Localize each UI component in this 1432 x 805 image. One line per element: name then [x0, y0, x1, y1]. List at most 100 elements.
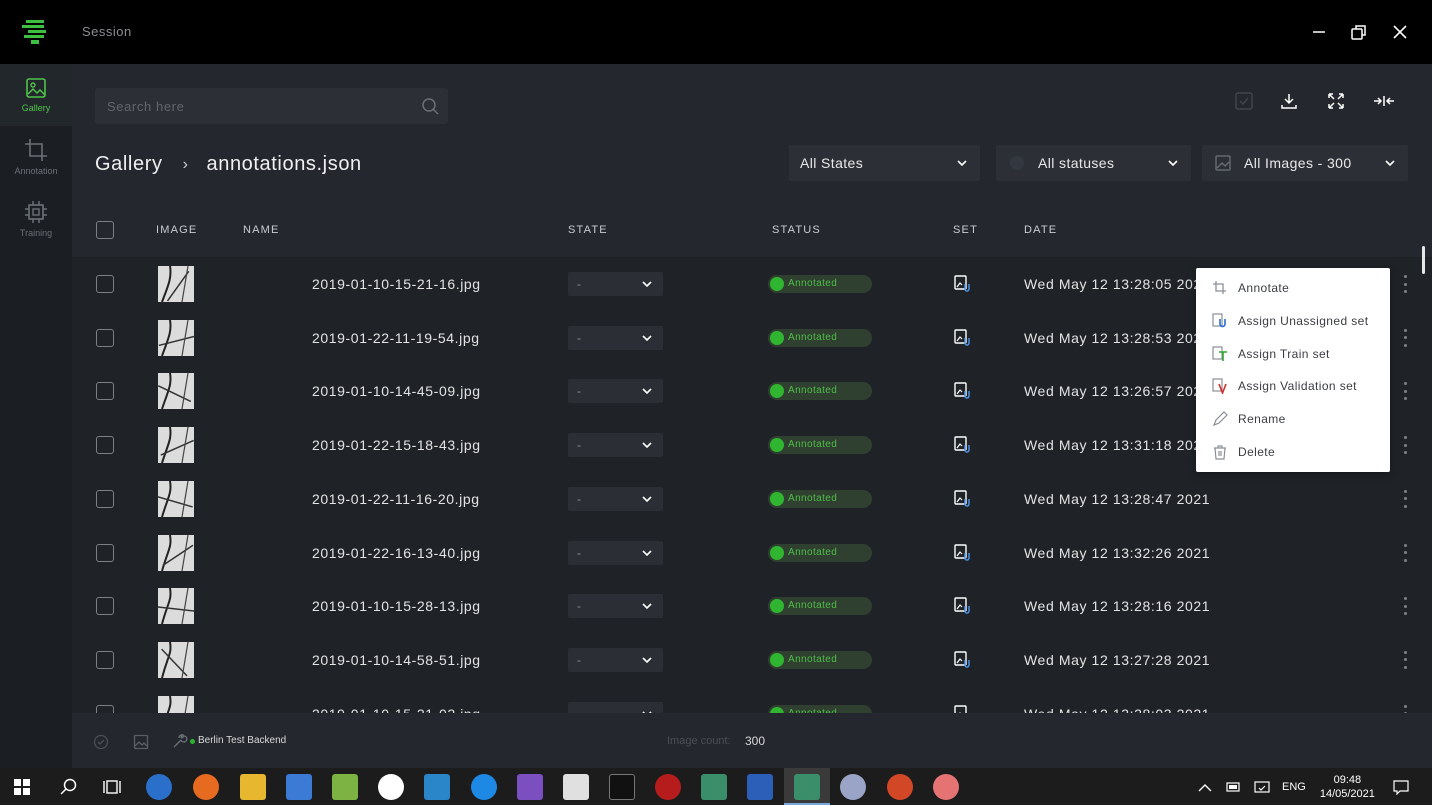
image-icon[interactable]	[133, 734, 149, 750]
network-icon[interactable]	[1254, 779, 1270, 795]
app-icon[interactable]	[933, 774, 959, 800]
state-select[interactable]: -	[568, 647, 663, 672]
state-select[interactable]: -	[568, 486, 663, 511]
row-checkbox[interactable]	[96, 543, 114, 562]
state-select[interactable]: -	[568, 701, 663, 713]
table-row[interactable]: 2019-01-10-15-21-02.jpg - Annotated Wed …	[72, 687, 1432, 713]
collapse-button[interactable]	[1369, 86, 1399, 116]
row-menu-button[interactable]	[1401, 543, 1409, 562]
image-thumbnail[interactable]	[158, 588, 194, 625]
set-unassigned-icon[interactable]	[954, 490, 972, 508]
sidebar-item-training[interactable]: Training	[0, 188, 72, 250]
select-all-checkbox[interactable]	[96, 221, 114, 239]
set-unassigned-icon[interactable]	[954, 382, 972, 400]
check-circle-icon[interactable]	[93, 734, 109, 750]
image-thumbnail[interactable]	[158, 641, 194, 678]
search-icon[interactable]	[60, 778, 78, 796]
image-thumbnail[interactable]	[158, 373, 194, 410]
image-thumbnail[interactable]	[158, 266, 194, 302]
row-menu-button[interactable]	[1401, 704, 1409, 713]
wrench-icon[interactable]	[172, 733, 188, 749]
clock[interactable]: 09:48 14/05/2021	[1320, 773, 1375, 801]
minimize-button[interactable]	[1305, 18, 1333, 46]
store-icon[interactable]	[424, 774, 450, 800]
context-menu-item-delete[interactable]: Delete	[1196, 436, 1390, 468]
table-row[interactable]: 2019-01-10-15-28-13.jpg - Annotated Wed …	[72, 579, 1432, 633]
spider-app-icon[interactable]	[655, 774, 681, 800]
restore-button[interactable]	[1345, 18, 1373, 46]
expand-button[interactable]	[1321, 86, 1351, 116]
row-checkbox[interactable]	[96, 597, 114, 616]
image-thumbnail[interactable]	[158, 319, 194, 356]
row-checkbox[interactable]	[96, 704, 114, 713]
row-checkbox[interactable]	[96, 436, 114, 455]
context-menu-item-annotate[interactable]: Annotate	[1196, 272, 1390, 304]
file-explorer-icon[interactable]	[240, 774, 266, 800]
notepad-icon[interactable]	[563, 774, 589, 800]
status-filter-dropdown[interactable]: All statuses	[996, 145, 1191, 181]
image-thumbnail[interactable]	[158, 534, 194, 571]
state-select[interactable]: -	[568, 433, 663, 458]
set-unassigned-icon[interactable]	[954, 275, 972, 293]
active-taskbar-item[interactable]	[784, 768, 830, 805]
language-indicator[interactable]: ENG	[1282, 781, 1306, 793]
search-input[interactable]	[95, 88, 415, 124]
images-filter-dropdown[interactable]: All Images - 300	[1202, 145, 1408, 181]
row-menu-button[interactable]	[1401, 650, 1409, 669]
state-select[interactable]: -	[568, 540, 663, 565]
edge-icon[interactable]	[146, 774, 172, 800]
charts-app-icon[interactable]	[332, 774, 358, 800]
row-menu-button[interactable]	[1401, 436, 1409, 455]
state-select[interactable]: -	[568, 594, 663, 619]
column-header-state[interactable]: STATE	[568, 224, 608, 236]
row-menu-button[interactable]	[1401, 597, 1409, 616]
context-menu-item-assign-validation-set[interactable]: Assign Validation set	[1196, 370, 1390, 402]
row-checkbox[interactable]	[96, 275, 114, 293]
set-unassigned-icon[interactable]	[954, 543, 972, 562]
word-icon[interactable]	[747, 774, 773, 800]
breadcrumb-root[interactable]: Gallery	[95, 153, 163, 176]
context-menu-item-assign-unassigned-set[interactable]: Assign Unassigned set	[1196, 305, 1390, 337]
column-header-set[interactable]: SET	[953, 224, 978, 236]
powerpoint-icon[interactable]	[887, 774, 913, 800]
set-unassigned-icon[interactable]	[954, 328, 972, 347]
slack-icon[interactable]	[378, 774, 404, 800]
state-select[interactable]: -	[568, 272, 663, 296]
state-select[interactable]: -	[568, 325, 663, 350]
row-checkbox[interactable]	[96, 489, 114, 508]
select-all-toolbar-button[interactable]	[1229, 86, 1259, 116]
table-row[interactable]: 2019-01-10-14-58-51.jpg - Annotated Wed …	[72, 633, 1432, 687]
row-checkbox[interactable]	[96, 382, 114, 401]
column-header-status[interactable]: STATUS	[772, 224, 821, 236]
set-unassigned-icon[interactable]	[954, 651, 972, 669]
image-thumbnail[interactable]	[158, 695, 194, 713]
row-menu-button[interactable]	[1401, 275, 1409, 293]
scrollbar-thumb[interactable]	[1422, 246, 1425, 274]
row-checkbox[interactable]	[96, 328, 114, 347]
row-menu-button[interactable]	[1401, 489, 1409, 508]
windows-start-icon[interactable]	[14, 779, 30, 795]
sidebar-item-annotation[interactable]: Annotation	[0, 126, 72, 188]
state-filter-dropdown[interactable]: All States	[789, 145, 980, 181]
firefox-icon[interactable]	[193, 774, 219, 800]
sidebar-item-gallery[interactable]: Gallery	[0, 64, 72, 126]
image-thumbnail[interactable]	[158, 427, 194, 464]
chevron-up-icon[interactable]	[1198, 782, 1212, 792]
state-select[interactable]: -	[568, 379, 663, 404]
notifications-icon[interactable]	[1393, 779, 1409, 795]
maps-icon[interactable]	[471, 774, 497, 800]
battery-icon[interactable]	[1226, 781, 1242, 793]
image-thumbnail[interactable]	[158, 480, 194, 517]
set-unassigned-icon[interactable]	[954, 597, 972, 615]
task-view-icon[interactable]	[103, 778, 121, 796]
table-row[interactable]: 2019-01-22-16-13-40.jpg - Annotated Wed …	[72, 526, 1432, 580]
column-header-date[interactable]: DATE	[1024, 224, 1057, 236]
download-button[interactable]	[1274, 86, 1304, 116]
visual-studio-icon[interactable]	[517, 774, 543, 800]
close-button[interactable]	[1386, 18, 1414, 46]
context-menu-item-rename[interactable]: Rename	[1196, 403, 1390, 435]
context-menu-item-assign-train-set[interactable]: Assign Train set	[1196, 338, 1390, 370]
table-row[interactable]: 2019-01-22-11-16-20.jpg - Annotated Wed …	[72, 472, 1432, 526]
set-unassigned-icon[interactable]	[954, 704, 972, 713]
network-app-icon[interactable]	[286, 774, 312, 800]
